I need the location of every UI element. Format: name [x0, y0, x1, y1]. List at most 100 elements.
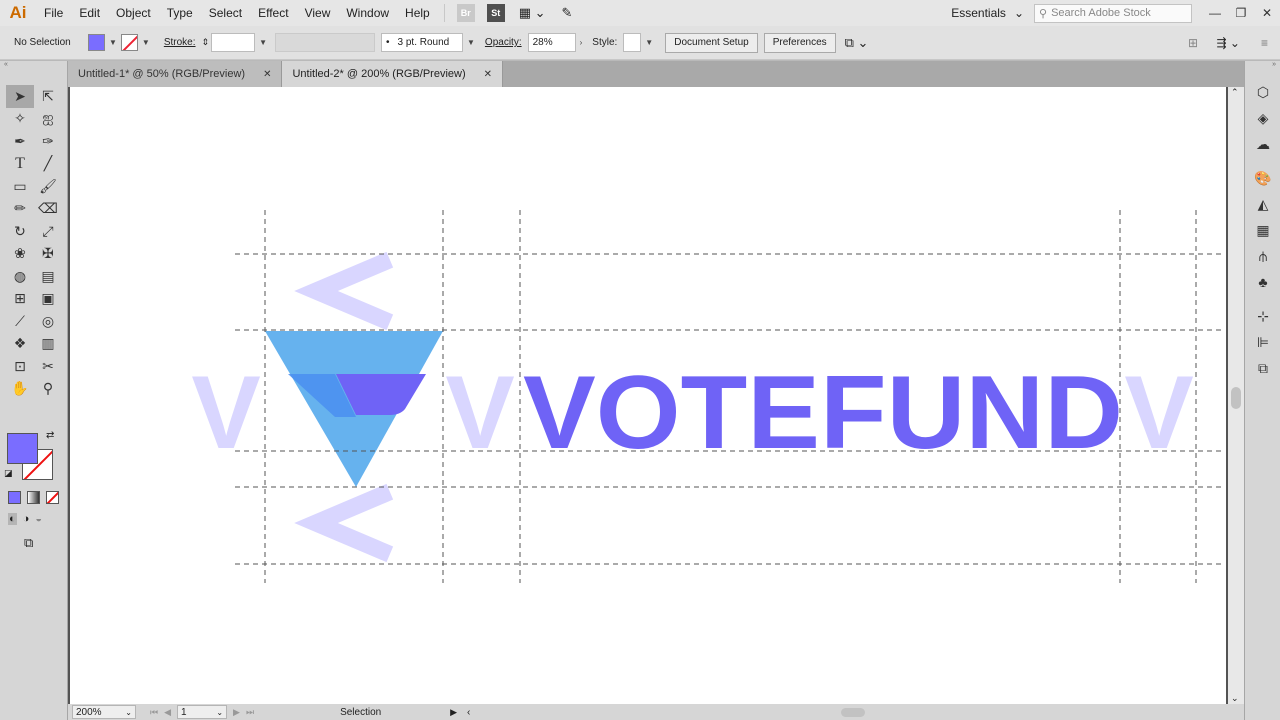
chevron-down-icon[interactable]: ▼ [463, 38, 479, 47]
arrange-icon[interactable]: ⧉ ⌄ [845, 35, 869, 51]
menu-type[interactable]: Type [159, 0, 201, 26]
color-panel-icon[interactable]: 🎨 [1245, 165, 1280, 191]
scroll-up-icon[interactable]: ⌃ [1231, 87, 1239, 98]
pen-tool-icon[interactable]: ✒ [6, 130, 34, 153]
menu-select[interactable]: Select [201, 0, 250, 26]
stroke-weight-field[interactable] [211, 33, 256, 52]
selection-tool-icon[interactable]: ➤ [6, 85, 34, 108]
color-mode-icon[interactable] [8, 491, 21, 504]
column-graph-tool-icon[interactable]: ▥ [34, 333, 62, 356]
chevron-down-icon[interactable]: ▼ [105, 38, 121, 47]
type-tool-icon[interactable]: T [6, 153, 34, 176]
menu-file[interactable]: File [36, 0, 71, 26]
brush-field[interactable]: • 3 pt. Round [381, 33, 463, 52]
line-tool-icon[interactable]: ╱ [34, 153, 62, 176]
pathfinder-panel-icon[interactable]: ⧉ [1245, 355, 1280, 381]
opacity-field[interactable]: 28% [527, 33, 576, 52]
stroke-swatch[interactable] [120, 34, 138, 51]
last-artboard-icon[interactable]: ⏭ [246, 707, 254, 718]
canvas-area[interactable]: V V V VOTEFUND [68, 87, 1228, 704]
preferences-button[interactable]: Preferences [763, 32, 836, 53]
artboard[interactable]: V V V VOTEFUND [70, 87, 1226, 704]
tab-untitled-1[interactable]: Untitled-1* @ 50% (RGB/Preview) ✕ [68, 61, 283, 87]
rotate-tool-icon[interactable]: ↻ [6, 220, 34, 243]
rectangle-tool-icon[interactable]: ▭ [6, 175, 34, 198]
stroke-stepper-icon[interactable]: ⇕ [202, 37, 210, 48]
bridge-button[interactable]: Br [456, 4, 475, 22]
stock-button[interactable]: St [486, 4, 505, 22]
eyedropper-tool-icon[interactable]: ⟋ [6, 310, 34, 333]
horizontal-scroll-thumb[interactable] [841, 708, 865, 717]
collapse-icon[interactable]: « [0, 61, 68, 69]
properties-panel-icon[interactable]: ⬡ [1245, 79, 1280, 105]
chevron-down-icon[interactable]: ▼ [641, 38, 657, 47]
close-icon[interactable]: ✕ [484, 69, 492, 80]
prev-artboard-icon[interactable]: ◀ [164, 707, 171, 718]
panel-options-icon[interactable]: ≡ [1261, 36, 1268, 50]
scroll-left-icon[interactable]: ‹ [467, 707, 470, 718]
swatches-panel-icon[interactable]: ▦ [1245, 217, 1280, 243]
slice-tool-icon[interactable]: ✂ [34, 355, 62, 378]
fill-stroke-widget[interactable]: ⇄ ◪ [4, 430, 58, 480]
chevron-down-icon[interactable]: ▼ [255, 38, 271, 47]
puppet-warp-tool-icon[interactable]: ✠ [34, 243, 62, 266]
search-input[interactable]: Search Adobe Stock [1051, 7, 1151, 19]
menu-help[interactable]: Help [397, 0, 438, 26]
opacity-label[interactable]: Opacity: [479, 37, 528, 48]
symbol-sprayer-tool-icon[interactable]: ❖ [6, 333, 34, 356]
eraser-tool-icon[interactable]: ⌫ [34, 198, 62, 221]
magic-wand-tool-icon[interactable]: ✧ [6, 108, 34, 131]
screen-mode-icon[interactable]: ⧉ [24, 535, 33, 551]
transform-panel-icon[interactable]: ⊹ [1245, 303, 1280, 329]
menu-window[interactable]: Window [338, 0, 397, 26]
menu-object[interactable]: Object [108, 0, 159, 26]
zoom-tool-icon[interactable]: ⚲ [34, 378, 62, 401]
collapse-icon[interactable]: » [1245, 61, 1280, 79]
brushes-panel-icon[interactable]: ⫛ [1245, 243, 1280, 269]
status-menu-icon[interactable]: ▶ [450, 707, 457, 718]
workspace-switcher[interactable]: Essentials ⌄ [941, 6, 1034, 20]
fill-swatch[interactable] [88, 34, 105, 51]
perspective-grid-tool-icon[interactable]: ▤ [34, 265, 62, 288]
menu-edit[interactable]: Edit [71, 0, 108, 26]
draw-inside-icon[interactable]: ◒ [35, 513, 42, 525]
warp-tool-icon[interactable]: ❀ [6, 243, 34, 266]
curvature-tool-icon[interactable]: ✑ [34, 130, 62, 153]
first-artboard-icon[interactable]: ⏮ [150, 707, 158, 718]
align-panel-icon[interactable]: ⊫ [1245, 329, 1280, 355]
restore-icon[interactable]: ❐ [1228, 0, 1254, 26]
arrange-documents-icon[interactable]: ▦ ⌄ [511, 0, 554, 26]
blend-tool-icon[interactable]: ◎ [34, 310, 62, 333]
gradient-tool-icon[interactable]: ▣ [34, 288, 62, 311]
style-swatch[interactable] [623, 33, 642, 52]
hand-tool-icon[interactable]: ✋ [6, 378, 34, 401]
artboard-tool-icon[interactable]: ⊡ [6, 355, 34, 378]
tab-untitled-2[interactable]: Untitled-2* @ 200% (RGB/Preview) ✕ [282, 61, 504, 87]
close-icon[interactable]: ✕ [1254, 0, 1280, 26]
chevron-down-icon[interactable]: ▼ [138, 38, 154, 47]
paintbrush-tool-icon[interactable]: 🖌 [34, 175, 62, 198]
stroke-label[interactable]: Stroke: [158, 37, 202, 48]
libraries-panel-icon[interactable]: ☁ [1245, 131, 1280, 157]
color-guide-panel-icon[interactable]: ◭ [1245, 191, 1280, 217]
fill-color-box[interactable] [7, 433, 38, 464]
vertical-scroll-thumb[interactable] [1231, 387, 1241, 409]
scroll-down-icon[interactable]: ⌄ [1231, 693, 1239, 704]
vertical-scrollbar[interactable]: ⌃ ⌄ [1228, 87, 1244, 704]
draw-normal-icon[interactable]: ◐ [8, 513, 17, 525]
panel-menu-icon[interactable]: ⇶ ⌄ [1217, 36, 1240, 50]
document-setup-button[interactable]: Document Setup [665, 32, 758, 53]
chevron-right-icon[interactable]: › [576, 38, 587, 47]
menu-effect[interactable]: Effect [250, 0, 296, 26]
shape-builder-tool-icon[interactable]: ◍ [6, 265, 34, 288]
menu-view[interactable]: View [297, 0, 339, 26]
draw-behind-icon[interactable]: ◑ [23, 513, 30, 525]
zoom-field[interactable]: 200% ⌄ [72, 705, 136, 719]
default-colors-icon[interactable]: ◪ [4, 468, 13, 479]
scale-tool-icon[interactable]: ⤢ [34, 220, 62, 243]
none-mode-icon[interactable] [46, 491, 59, 504]
layers-panel-icon[interactable]: ◈ [1245, 105, 1280, 131]
stock-search[interactable]: ⚲ Search Adobe Stock [1034, 3, 1192, 23]
close-icon[interactable]: ✕ [263, 69, 271, 80]
direct-selection-tool-icon[interactable]: ⇱ [34, 85, 62, 108]
